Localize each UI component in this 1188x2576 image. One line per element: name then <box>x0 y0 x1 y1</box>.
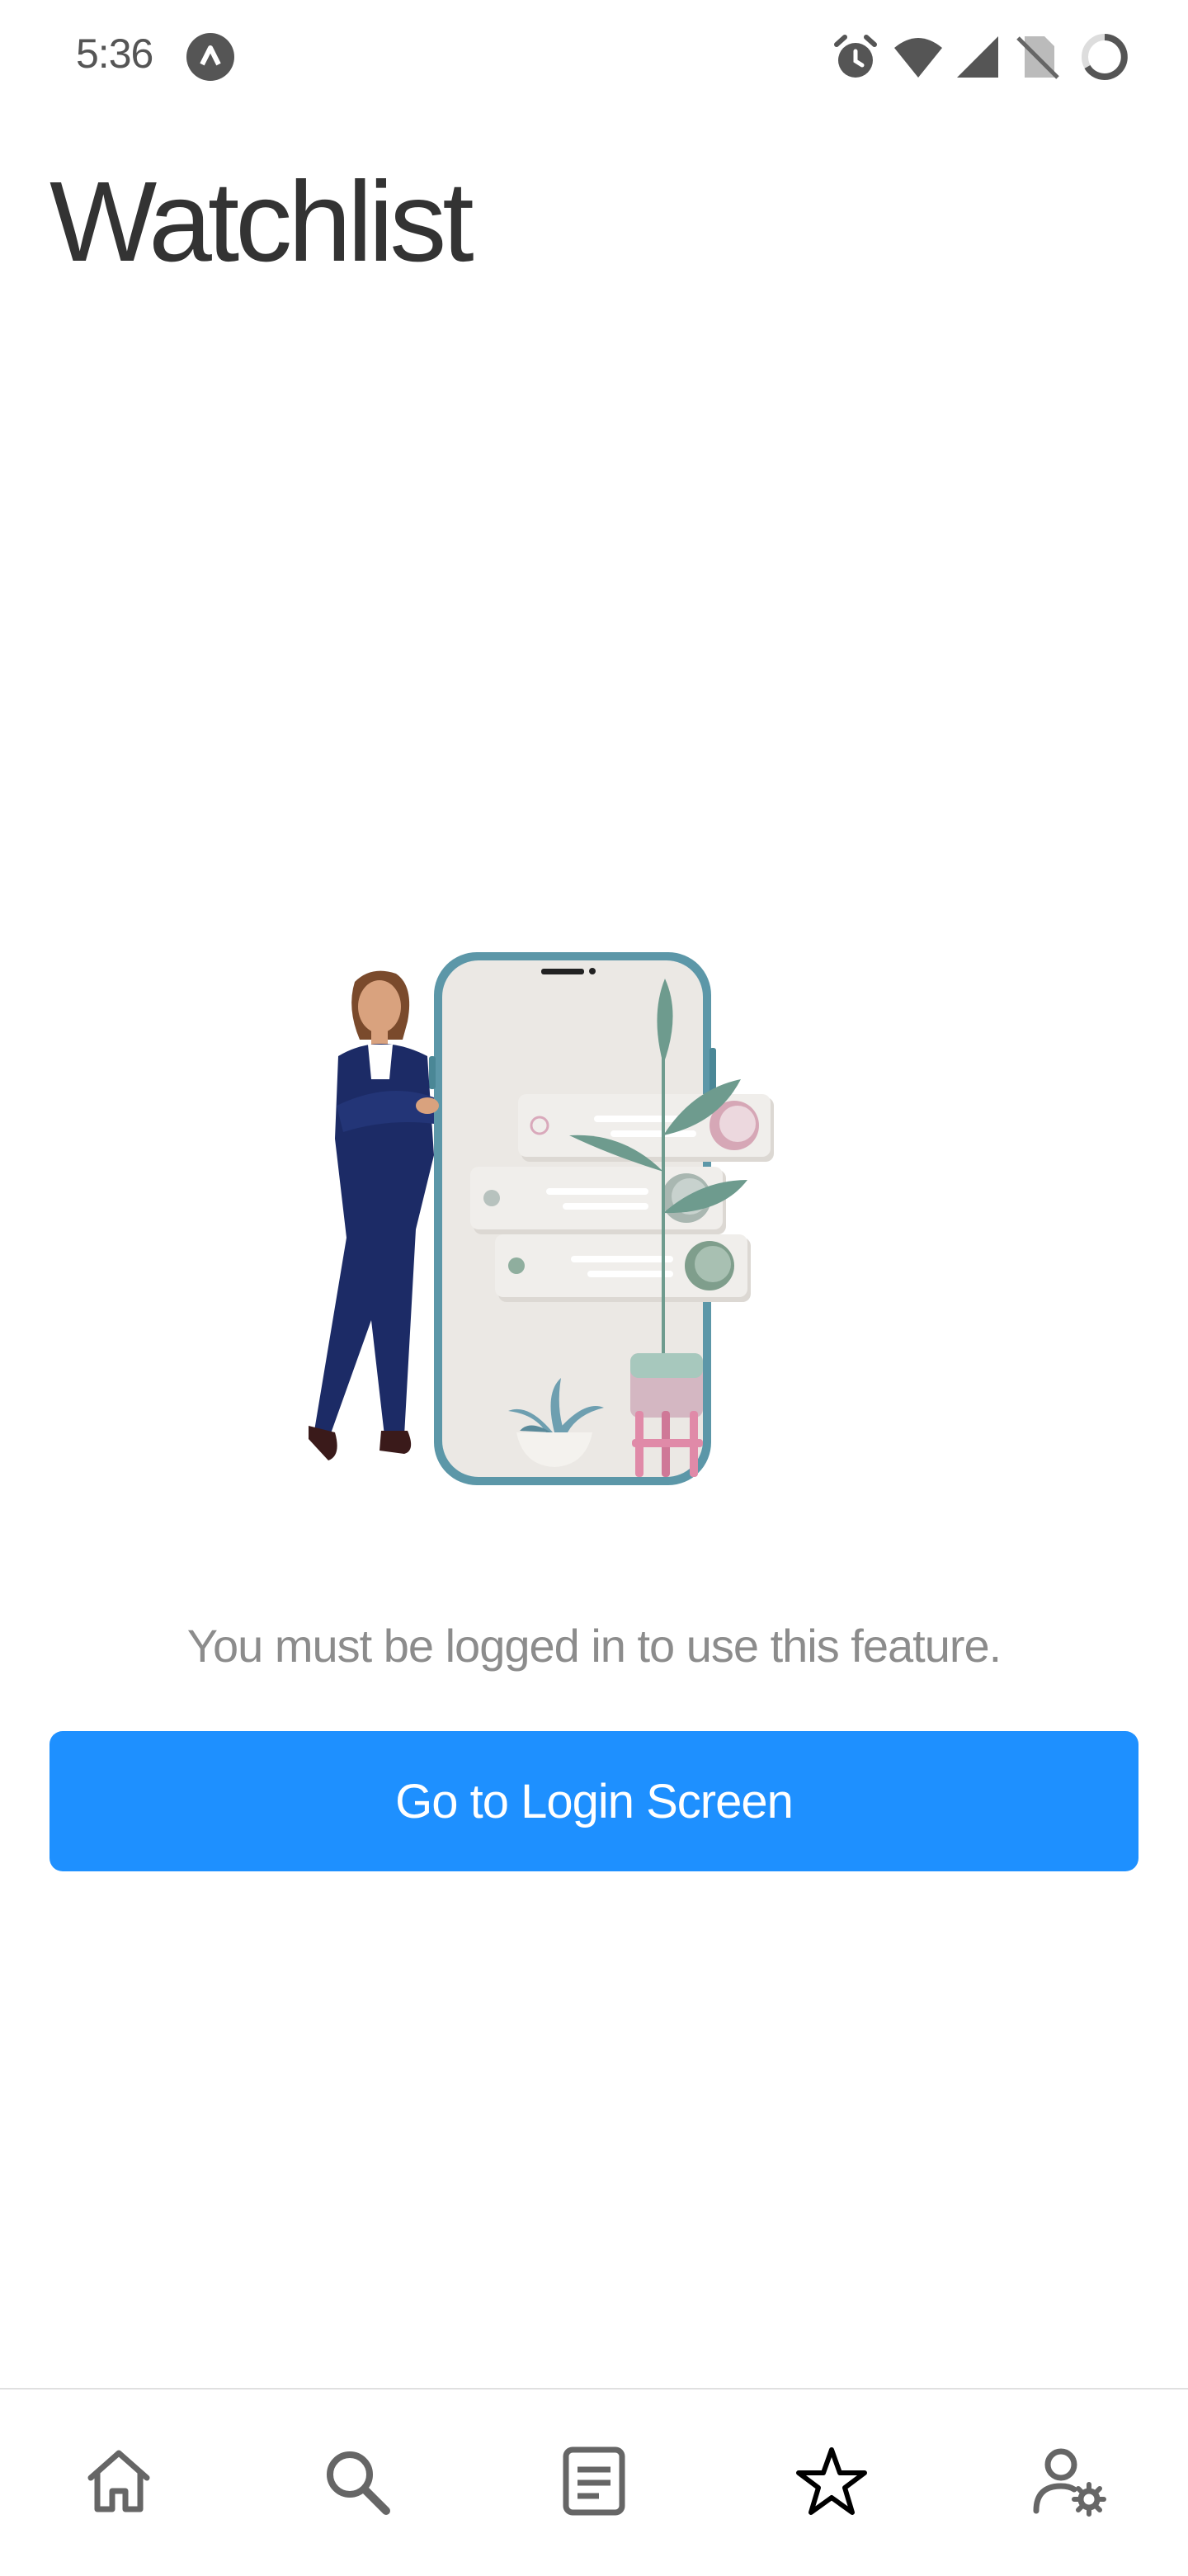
bottom-navigation <box>0 2388 1188 2576</box>
no-sim-icon <box>1010 30 1064 84</box>
star-icon <box>792 2442 871 2525</box>
login-required-message: You must be logged in to use this featur… <box>186 1620 1002 1672</box>
status-bar: 5:36 <box>0 0 1188 116</box>
search-icon <box>317 2442 396 2525</box>
nav-tab-account-settings[interactable] <box>950 2390 1188 2576</box>
nav-tab-home[interactable] <box>0 2390 238 2576</box>
battery-icon <box>1077 30 1132 84</box>
cell-signal-icon <box>950 30 1005 84</box>
home-icon <box>79 2442 158 2525</box>
wifi-icon <box>891 30 945 84</box>
status-time: 5:36 <box>76 31 153 77</box>
user-settings-icon <box>1030 2442 1109 2525</box>
nav-tab-search[interactable] <box>238 2390 475 2576</box>
go-to-login-button[interactable]: Go to Login Screen <box>50 1731 1138 1871</box>
nav-tab-news[interactable] <box>475 2390 713 2576</box>
login-required-illustration <box>223 941 982 1502</box>
app-notification-icon <box>186 33 234 81</box>
page-title: Watchlist <box>50 158 474 285</box>
alarm-icon <box>828 30 883 84</box>
news-icon <box>554 2442 634 2525</box>
nav-tab-watchlist[interactable] <box>713 2390 950 2576</box>
